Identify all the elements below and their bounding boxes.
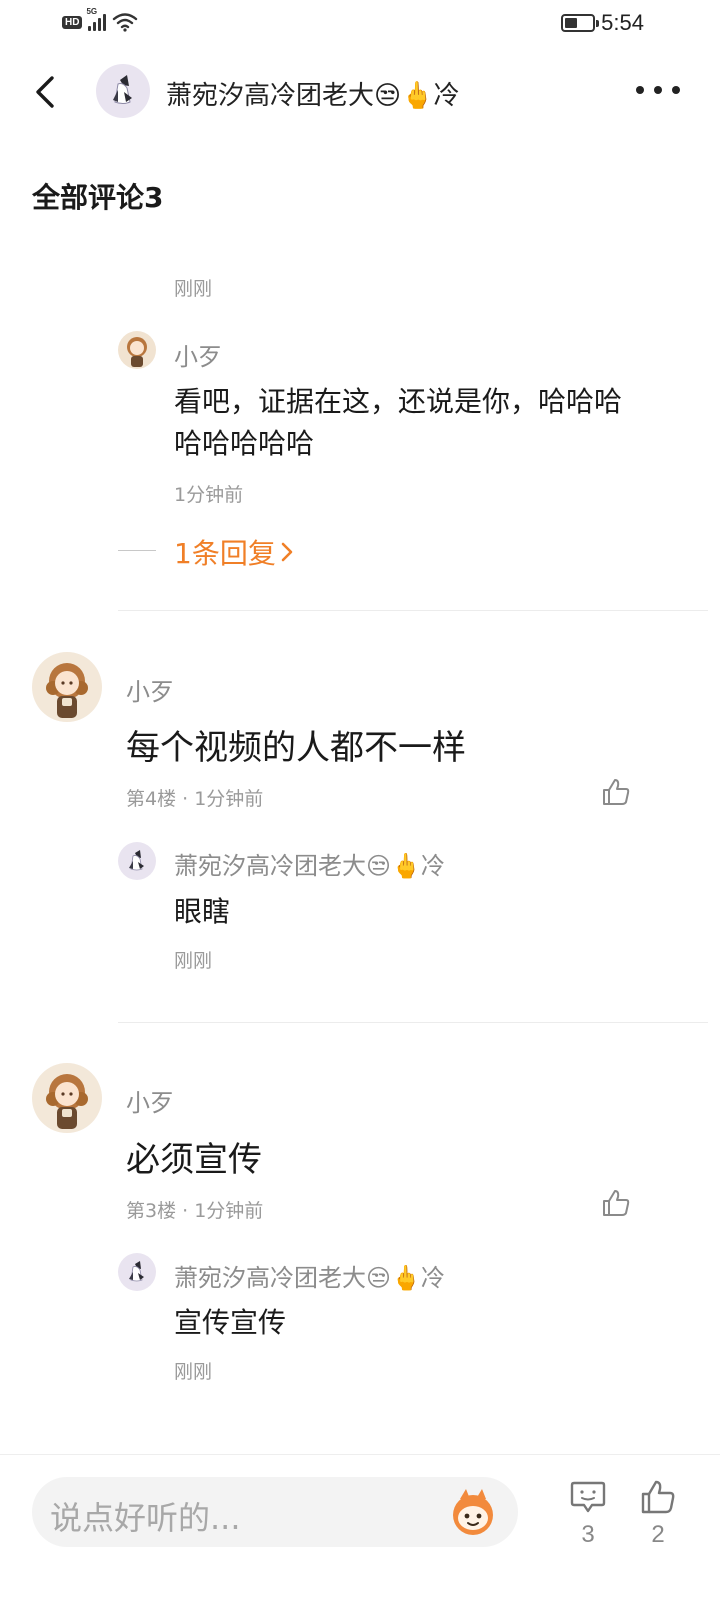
wifi-icon [113, 13, 138, 32]
status-bar: HD 5G 5:54 [0, 0, 720, 48]
comment-avatar[interactable] [32, 1063, 102, 1133]
more-options-icon[interactable] [636, 78, 680, 102]
reply-avatar[interactable] [118, 842, 156, 880]
back-arrow-icon[interactable] [28, 72, 68, 112]
comment-author[interactable]: 小歹 [126, 672, 174, 707]
comment-count: 3 [581, 1521, 595, 1548]
reply-time: 1分钟前 [174, 484, 244, 506]
emoji-icon[interactable] [446, 1485, 500, 1539]
reply-avatar[interactable] [118, 331, 156, 369]
header-title[interactable]: 萧宛汐高冷团老大😒🖕冷 [166, 75, 459, 112]
avatar-figure-icon [129, 850, 144, 871]
reply-time: 刚刚 [174, 1361, 213, 1383]
reply-connector [118, 550, 156, 551]
status-right: 5:54 [561, 10, 644, 36]
view-replies-label: 1条回复 [174, 537, 276, 570]
reply-avatar[interactable] [118, 1253, 156, 1291]
avatar-figure-icon [113, 75, 132, 104]
comment-input[interactable]: 说点好听的... [32, 1477, 518, 1547]
comment-avatar[interactable] [32, 652, 102, 722]
hd-badge: HD [62, 15, 83, 29]
reply-text: 眼瞎 [174, 895, 231, 928]
reply-author[interactable]: 萧宛汐高冷团老大😒🖕冷 [174, 846, 445, 881]
signal-icon: 5G [86, 7, 107, 31]
divider [118, 610, 708, 611]
reply-text: 宣传宣传 [174, 1306, 287, 1339]
reply-time: 刚刚 [174, 950, 213, 972]
network-type: 5G [86, 7, 98, 16]
battery-icon [561, 14, 600, 32]
like-icon[interactable] [638, 1477, 678, 1517]
bottom-bar: 说点好听的... 3 2 [0, 1454, 720, 1600]
clock: 5:54 [601, 10, 644, 35]
comment-meta: 第4楼 · 1分钟前 [126, 788, 264, 810]
divider [118, 1022, 708, 1023]
avatar-girl-icon [46, 1074, 88, 1129]
comment-meta: 第3楼 · 1分钟前 [126, 1200, 264, 1222]
reply-time: 刚刚 [174, 278, 213, 300]
reply-text: 看吧，证据在这，还说是你，哈哈哈 哈哈哈哈哈 [174, 381, 622, 465]
comment-text: 必须宣传 [126, 1140, 262, 1180]
reply-author[interactable]: 小歹 [174, 337, 222, 372]
like-count: 2 [651, 1521, 665, 1548]
comment-author[interactable]: 小歹 [126, 1083, 174, 1118]
reply-author[interactable]: 萧宛汐高冷团老大😒🖕冷 [174, 1258, 445, 1293]
thumbs-up-icon[interactable] [600, 1187, 632, 1219]
comment-icon[interactable] [568, 1477, 608, 1517]
avatar-figure-icon [129, 1261, 144, 1282]
reply-text-line: 看吧，证据在这，还说是你，哈哈哈 [174, 385, 623, 418]
reply-text-line: 哈哈哈哈哈 [174, 427, 315, 460]
header: 萧宛汐高冷团老大😒🖕冷 [0, 58, 720, 124]
avatar-girl-icon [46, 663, 88, 718]
comment-text: 每个视频的人都不一样 [126, 728, 466, 768]
view-replies-link[interactable]: 1条回复 [174, 532, 294, 572]
thumbs-up-icon[interactable] [600, 776, 632, 808]
chevron-right-icon [281, 542, 293, 562]
comments-section-title: 全部评论3 [32, 181, 164, 214]
header-avatar[interactable] [96, 64, 150, 118]
avatar-girl-icon [127, 337, 147, 367]
status-left: HD 5G [62, 7, 138, 32]
comment-input-placeholder: 说点好听的... [50, 1499, 241, 1537]
battery-level [565, 18, 577, 28]
